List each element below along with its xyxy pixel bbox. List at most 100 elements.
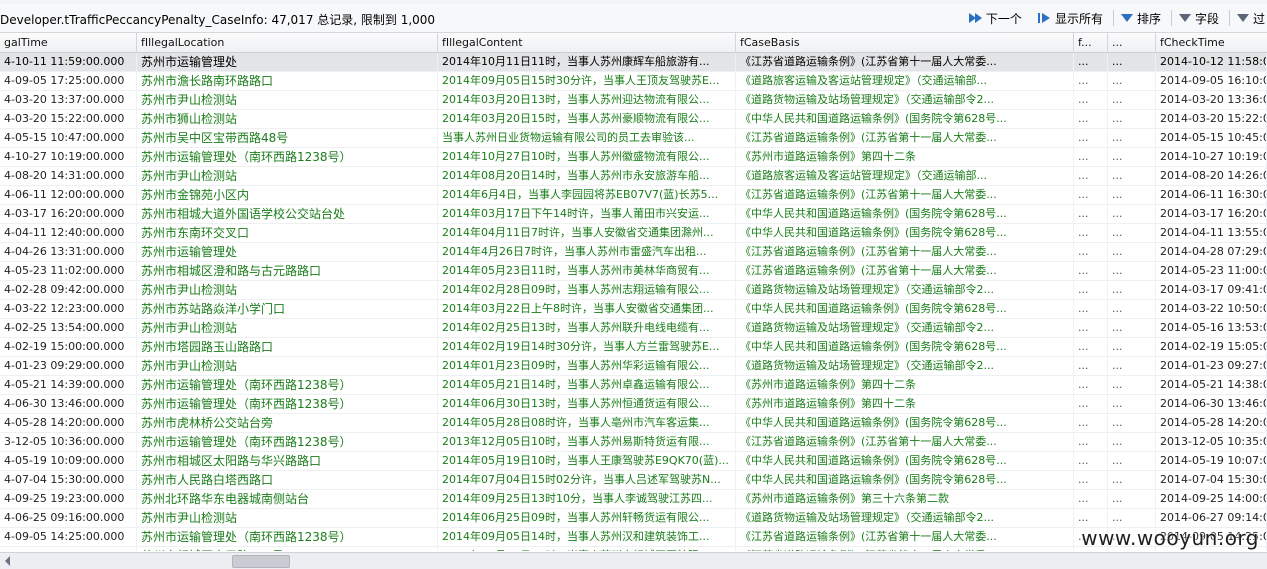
- horizontal-scrollbar[interactable]: [0, 552, 1267, 569]
- cell-f[interactable]: ...: [1074, 186, 1108, 204]
- cell-check-time[interactable]: 2014-04-11 13:55:00: [1156, 224, 1267, 242]
- cell-case-basis[interactable]: 《江苏省道路运输条例》(江苏省第十一届人大常委...: [736, 528, 1074, 546]
- cell-illegal-location[interactable]: 苏州市人民路白塔西路口: [137, 471, 438, 489]
- cell-illegal-time[interactable]: 4-10-27 10:19:00.000: [0, 148, 137, 166]
- cell-illegal-time[interactable]: 4-05-15 10:47:00.000: [0, 129, 137, 147]
- column-header-illegal-content[interactable]: fIllegalContent: [438, 33, 736, 52]
- cell-f[interactable]: ...: [1074, 281, 1108, 299]
- cell-illegal-content[interactable]: 当事人苏州日业货物运输有限公司的员工去审验该...: [438, 129, 736, 147]
- cell-more[interactable]: ...: [1108, 205, 1156, 223]
- cell-check-time[interactable]: 2014-06-27 09:14:00: [1156, 509, 1267, 527]
- cell-f[interactable]: ...: [1074, 300, 1108, 318]
- cell-case-basis[interactable]: 《道路货物运输及站场管理规定》（交通运输部令2...: [736, 319, 1074, 337]
- table-row[interactable]: 4-07-04 15:30:00.000 苏州市人民路白塔西路口 2014年07月0…: [0, 471, 1267, 490]
- cell-illegal-location[interactable]: 苏州市运输管理处（南环西路1238号）: [137, 376, 438, 394]
- cell-case-basis[interactable]: 《江苏省道路运输条例》(江苏省第十一届人大常委...: [736, 243, 1074, 261]
- cell-illegal-location[interactable]: 苏州市金锦苑小区内: [137, 186, 438, 204]
- cell-f[interactable]: ...: [1074, 91, 1108, 109]
- cell-illegal-content[interactable]: 2014年06月25日09时，当事人苏州轩畅货运有限公...: [438, 509, 736, 527]
- cell-case-basis[interactable]: 《道路货物运输及站场管理规定》（交通运输部令2...: [736, 281, 1074, 299]
- cell-case-basis[interactable]: 《江苏省道路运输条例》(江苏省第十一届人大常委...: [736, 262, 1074, 280]
- cell-illegal-time[interactable]: 4-09-22 14:41:00.000: [0, 547, 137, 551]
- cell-illegal-content[interactable]: 2014年02月28日09时，当事人苏州志翔运输有限公...: [438, 281, 736, 299]
- cell-case-basis[interactable]: 《中华人民共和国道路运输条例》(国务院令第628号...: [736, 224, 1074, 242]
- table-row[interactable]: 4-06-25 09:16:00.000 苏州市尹山检测站 2014年06月25日0…: [0, 509, 1267, 528]
- cell-illegal-content[interactable]: 2014年05月28日08时许，当事人亳州市汽车客运集...: [438, 414, 736, 432]
- cell-illegal-content[interactable]: 2014年06月30日13时，当事人苏州恒通货运有限公...: [438, 395, 736, 413]
- cell-check-time[interactable]: 2014-03-17 09:41:00: [1156, 281, 1267, 299]
- cell-more[interactable]: ...: [1108, 490, 1156, 508]
- cell-check-time[interactable]: 2014-02-19 15:05:00: [1156, 338, 1267, 356]
- cell-more[interactable]: ...: [1108, 281, 1156, 299]
- cell-illegal-content[interactable]: 2014年02月19日14时30分许，当事人方兰雷驾驶苏E...: [438, 338, 736, 356]
- table-row[interactable]: 4-02-19 15:00:00.000 苏州市塔园路玉山路路口 2014年02月1…: [0, 338, 1267, 357]
- table-row[interactable]: 4-05-19 10:09:00.000 苏州市相城区太阳路与华兴路路口 2014年…: [0, 452, 1267, 471]
- cell-check-time[interactable]: 2014-08-20 14:26:00: [1156, 167, 1267, 185]
- cell-illegal-time[interactable]: 4-02-19 15:00:00.000: [0, 338, 137, 356]
- table-row[interactable]: 4-09-05 14:25:00.000 苏州市运输管理处（南环西路1238号） 2…: [0, 528, 1267, 547]
- cell-illegal-content[interactable]: 2014年05月21日14时，当事人苏州卓鑫运输有限公...: [438, 376, 736, 394]
- cell-f[interactable]: ...: [1074, 167, 1108, 185]
- cell-illegal-location[interactable]: 苏州市运输管理处: [137, 53, 438, 71]
- cell-more[interactable]: ...: [1108, 72, 1156, 90]
- cell-case-basis[interactable]: 《苏州市道路运输条例》第四十二条: [736, 148, 1074, 166]
- cell-case-basis[interactable]: 《江苏省道路运输条例》(江苏省第十一届人大常委...: [736, 433, 1074, 451]
- cell-f[interactable]: ...: [1074, 433, 1108, 451]
- cell-illegal-content[interactable]: 2014年05月19日10时，当事人王康驾驶苏E9QK70(蓝)...: [438, 452, 736, 470]
- cell-illegal-content[interactable]: 2014年6月4日，当事人李园园将苏EB07V7(蓝)长苏5...: [438, 186, 736, 204]
- cell-illegal-content[interactable]: 2014年09月22日14时，当事人苏州市相城区胥糖强...: [438, 547, 736, 551]
- table-row[interactable]: 4-06-11 12:00:00.000 苏州市金锦苑小区内 2014年6月4日，当…: [0, 186, 1267, 205]
- table-row[interactable]: 4-06-30 13:46:00.000 苏州市运输管理处（南环西路1238号） 2…: [0, 395, 1267, 414]
- cell-check-time[interactable]: 2014-03-17 16:20:00: [1156, 205, 1267, 223]
- cell-check-time[interactable]: 2014-10-12 11:58:00: [1156, 53, 1267, 71]
- table-row[interactable]: 4-02-28 09:42:00.000 苏州市尹山检测站 2014年02月28日0…: [0, 281, 1267, 300]
- cell-illegal-location[interactable]: 苏州市运输管理处（南环西路1238号）: [137, 433, 438, 451]
- cell-illegal-location[interactable]: 苏州北环路华东电器城南侧站台: [137, 490, 438, 508]
- table-row[interactable]: 4-03-22 12:23:00.000 苏州市苏站路焱洋小学门口 2014年03月…: [0, 300, 1267, 319]
- cell-f[interactable]: ...: [1074, 490, 1108, 508]
- cell-more[interactable]: ...: [1108, 319, 1156, 337]
- table-row[interactable]: 4-09-25 19:23:00.000 苏州北环路华东电器城南侧站台 2014年0…: [0, 490, 1267, 509]
- cell-f[interactable]: ...: [1074, 509, 1108, 527]
- cell-illegal-content[interactable]: 2014年04月11日7时许，当事人安徽省交通集团滁州...: [438, 224, 736, 242]
- cell-illegal-time[interactable]: 4-05-28 14:20:00.000: [0, 414, 137, 432]
- cell-illegal-time[interactable]: 3-12-05 10:36:00.000: [0, 433, 137, 451]
- cell-more[interactable]: ...: [1108, 395, 1156, 413]
- column-header-check-time[interactable]: fCheckTime: [1156, 33, 1267, 52]
- cell-more[interactable]: ...: [1108, 357, 1156, 375]
- cell-more[interactable]: ...: [1108, 53, 1156, 71]
- table-row[interactable]: 4-09-05 17:25:00.000 苏州市澹长路南环路路口 2014年09月0…: [0, 72, 1267, 91]
- cell-check-time[interactable]: 2014-07-04 15:30:00: [1156, 471, 1267, 489]
- cell-case-basis[interactable]: 《江苏省道路运输条例》(江苏省第十一届人大常委...: [736, 547, 1074, 551]
- cell-f[interactable]: ...: [1074, 129, 1108, 147]
- cell-illegal-location[interactable]: 苏州市相城区太阳路与华兴路路口: [137, 452, 438, 470]
- cell-f[interactable]: ...: [1074, 471, 1108, 489]
- cell-illegal-location[interactable]: 苏州市东南环交叉口: [137, 224, 438, 242]
- cell-illegal-location[interactable]: 苏州市尹山检测站: [137, 357, 438, 375]
- cell-more[interactable]: ...: [1108, 452, 1156, 470]
- column-header-case-basis[interactable]: fCaseBasis: [736, 33, 1074, 52]
- cell-f[interactable]: ...: [1074, 72, 1108, 90]
- cell-case-basis[interactable]: 《苏州市道路运输条例》第四十二条: [736, 376, 1074, 394]
- cell-check-time[interactable]: 2014-06-30 13:46:00: [1156, 395, 1267, 413]
- cell-illegal-location[interactable]: 苏州市吴中区宝带西路48号: [137, 129, 438, 147]
- cell-illegal-content[interactable]: 2014年05月23日11时，当事人苏州市美林华商贸有...: [438, 262, 736, 280]
- cell-illegal-time[interactable]: 4-06-30 13:46:00.000: [0, 395, 137, 413]
- cell-case-basis[interactable]: 《中华人民共和国道路运输条例》(国务院令第628号...: [736, 205, 1074, 223]
- cell-f[interactable]: ...: [1074, 319, 1108, 337]
- cell-illegal-time[interactable]: 4-05-21 14:39:00.000: [0, 376, 137, 394]
- cell-more[interactable]: ...: [1108, 300, 1156, 318]
- table-row[interactable]: 4-02-25 13:54:00.000 苏州市尹山检测站 2014年02月25日1…: [0, 319, 1267, 338]
- cell-case-basis[interactable]: 《苏州市道路运输条例》第四十二条: [736, 395, 1074, 413]
- cell-illegal-location[interactable]: 苏州市苏站路焱洋小学门口: [137, 300, 438, 318]
- cell-case-basis[interactable]: 《中华人民共和国道路运输条例》(国务院令第628号...: [736, 452, 1074, 470]
- scroll-left-icon[interactable]: [5, 556, 10, 566]
- cell-illegal-time[interactable]: 4-02-28 09:42:00.000: [0, 281, 137, 299]
- cell-case-basis[interactable]: 《道路货物运输及站场管理规定》（交通运输部令2...: [736, 357, 1074, 375]
- cell-illegal-time[interactable]: 4-03-22 12:23:00.000: [0, 300, 137, 318]
- table-row[interactable]: 4-03-17 16:20:00.000 苏州市相城大道外国语学校公交站台处 201…: [0, 205, 1267, 224]
- cell-illegal-location[interactable]: 苏州市运输管理处（南环西路1238号）: [137, 148, 438, 166]
- column-header-illegal-time[interactable]: galTime: [0, 33, 137, 52]
- table-row[interactable]: 4-03-20 15:22:00.000 苏州市狮山检测站 2014年03月20日1…: [0, 110, 1267, 129]
- cell-check-time[interactable]: 2014-03-20 15:22:00: [1156, 110, 1267, 128]
